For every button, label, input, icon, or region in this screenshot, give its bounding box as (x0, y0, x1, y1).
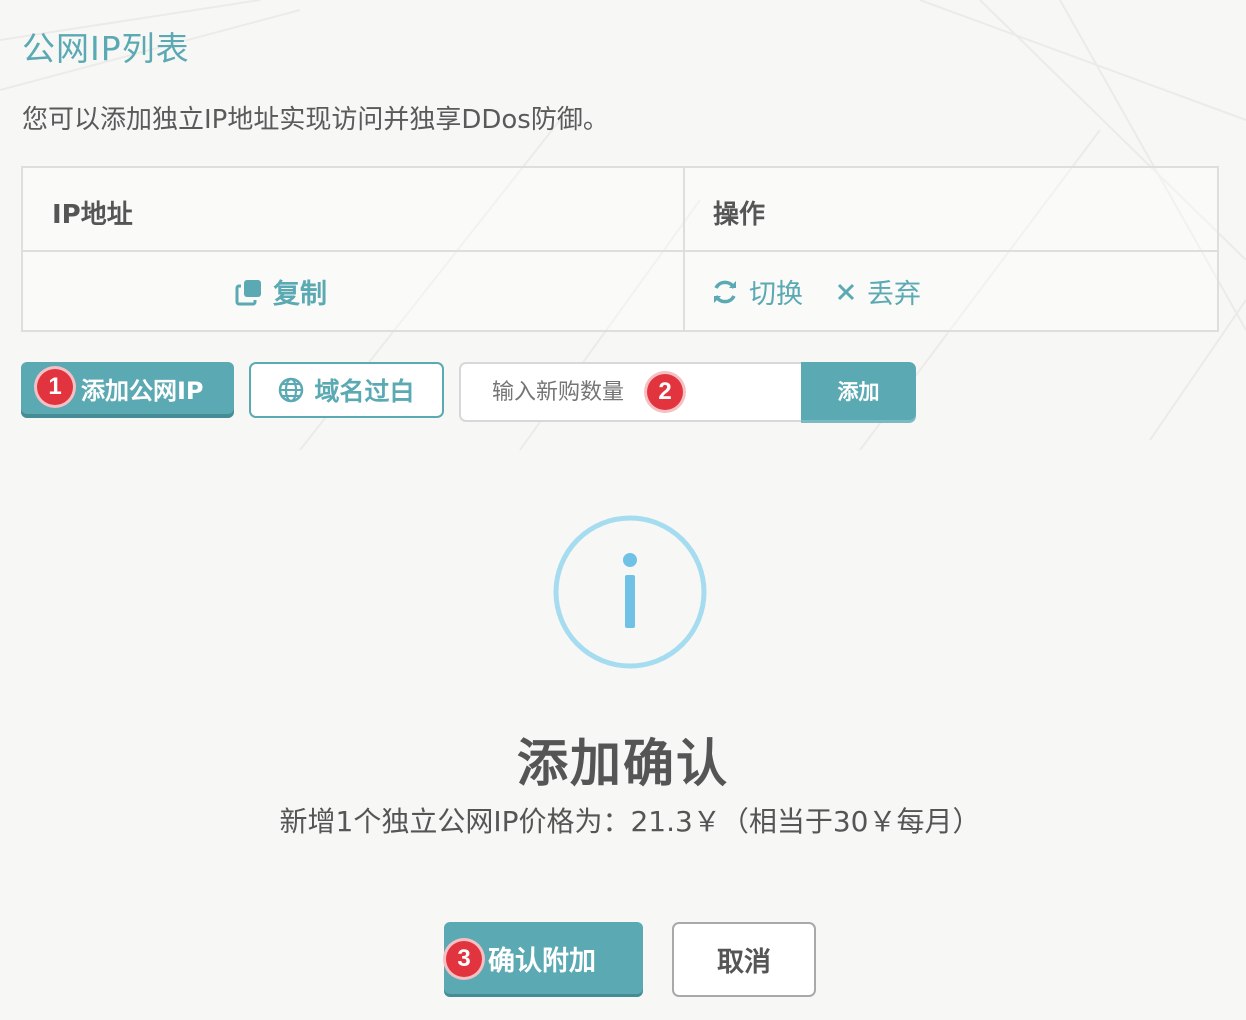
add-public-ip-label: 添加公网IP (81, 376, 204, 405)
close-icon (835, 281, 857, 303)
refresh-icon (711, 278, 739, 306)
quantity-group: 添加 (459, 362, 916, 422)
globe-icon (278, 377, 304, 403)
step-badge-1: 1 (37, 369, 73, 405)
header-ip-address: IP地址 (52, 200, 133, 230)
confirm-attach-label: 确认附加 (488, 945, 596, 977)
switch-label: 切换 (749, 279, 803, 310)
domain-whitelist-button[interactable]: 域名过白 (249, 362, 444, 418)
copy-icon (235, 278, 263, 306)
cancel-button[interactable]: 取消 (672, 922, 816, 997)
domain-whitelist-label: 域名过白 (314, 377, 415, 406)
add-button[interactable]: 添加 (801, 362, 916, 420)
ip-table: IP地址 操作 复制 切换 丢弃 (21, 166, 1219, 332)
dialog-title: 添加确认 (516, 735, 729, 794)
discard-label: 丢弃 (867, 279, 921, 310)
table-divider (683, 168, 685, 330)
discard-button[interactable]: 丢弃 (835, 272, 921, 311)
header-actions: 操作 (713, 200, 766, 230)
quantity-input[interactable] (459, 362, 803, 422)
switch-button[interactable]: 切换 (711, 272, 803, 311)
cancel-label: 取消 (717, 947, 771, 978)
add-label: 添加 (837, 380, 880, 404)
info-icon (553, 515, 707, 669)
page-description: 您可以添加独立IP地址实现访问并独享DDos防御。 (22, 105, 609, 135)
dialog-message: 新增1个独立公网IP价格为：21.3￥（相当于30￥每月） (279, 805, 981, 838)
copy-button[interactable]: 复制 (235, 272, 327, 311)
step-badge-2: 2 (647, 374, 683, 410)
copy-label: 复制 (273, 279, 327, 310)
step-badge-3: 3 (446, 941, 482, 977)
page-title: 公网IP列表 (22, 29, 190, 68)
table-divider (23, 250, 1217, 252)
